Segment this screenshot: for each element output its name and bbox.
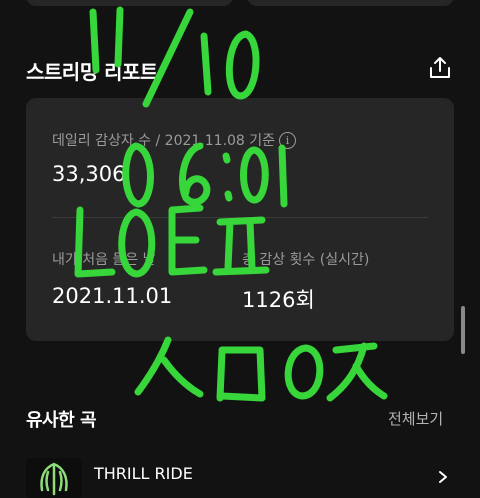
total-plays-label: 총 감상 횟수 (실시간) (242, 252, 370, 268)
share-icon[interactable] (426, 54, 454, 82)
daily-listeners-label: 데일리 감상자 수 / 2021.11.08 기준 (52, 133, 276, 149)
info-icon[interactable]: i (279, 132, 297, 149)
streaming-report-card: 데일리 감상자 수 / 2021.11.08 기준 i 33,306 내가 처음 … (26, 98, 454, 341)
first-listen-label: 내가 처음 들은 날 (52, 252, 156, 268)
album-art-graphic (26, 458, 82, 498)
handwriting-line-4 (134, 336, 388, 402)
section-title-streaming-report: 스트리밍 리포트 (26, 60, 158, 84)
first-listen-value: 2021.11.01 (52, 284, 173, 308)
divider (52, 217, 428, 218)
track-title[interactable]: THRILL RIDE (94, 464, 193, 483)
total-plays-value: 1126회 (242, 288, 315, 312)
scrollbar[interactable] (461, 306, 465, 354)
daily-listeners-label-row: 데일리 감상자 수 / 2021.11.08 기준 i (52, 130, 297, 150)
top-card-left[interactable] (26, 0, 233, 6)
top-card-right[interactable] (247, 0, 454, 6)
see-all-link[interactable]: 전체보기 (388, 408, 443, 429)
section-title-similar-songs: 유사한 곡 (26, 410, 97, 431)
daily-listeners-value: 33,306 (52, 162, 126, 186)
album-art[interactable] (26, 458, 82, 498)
chevron-right-icon[interactable] (436, 470, 450, 484)
